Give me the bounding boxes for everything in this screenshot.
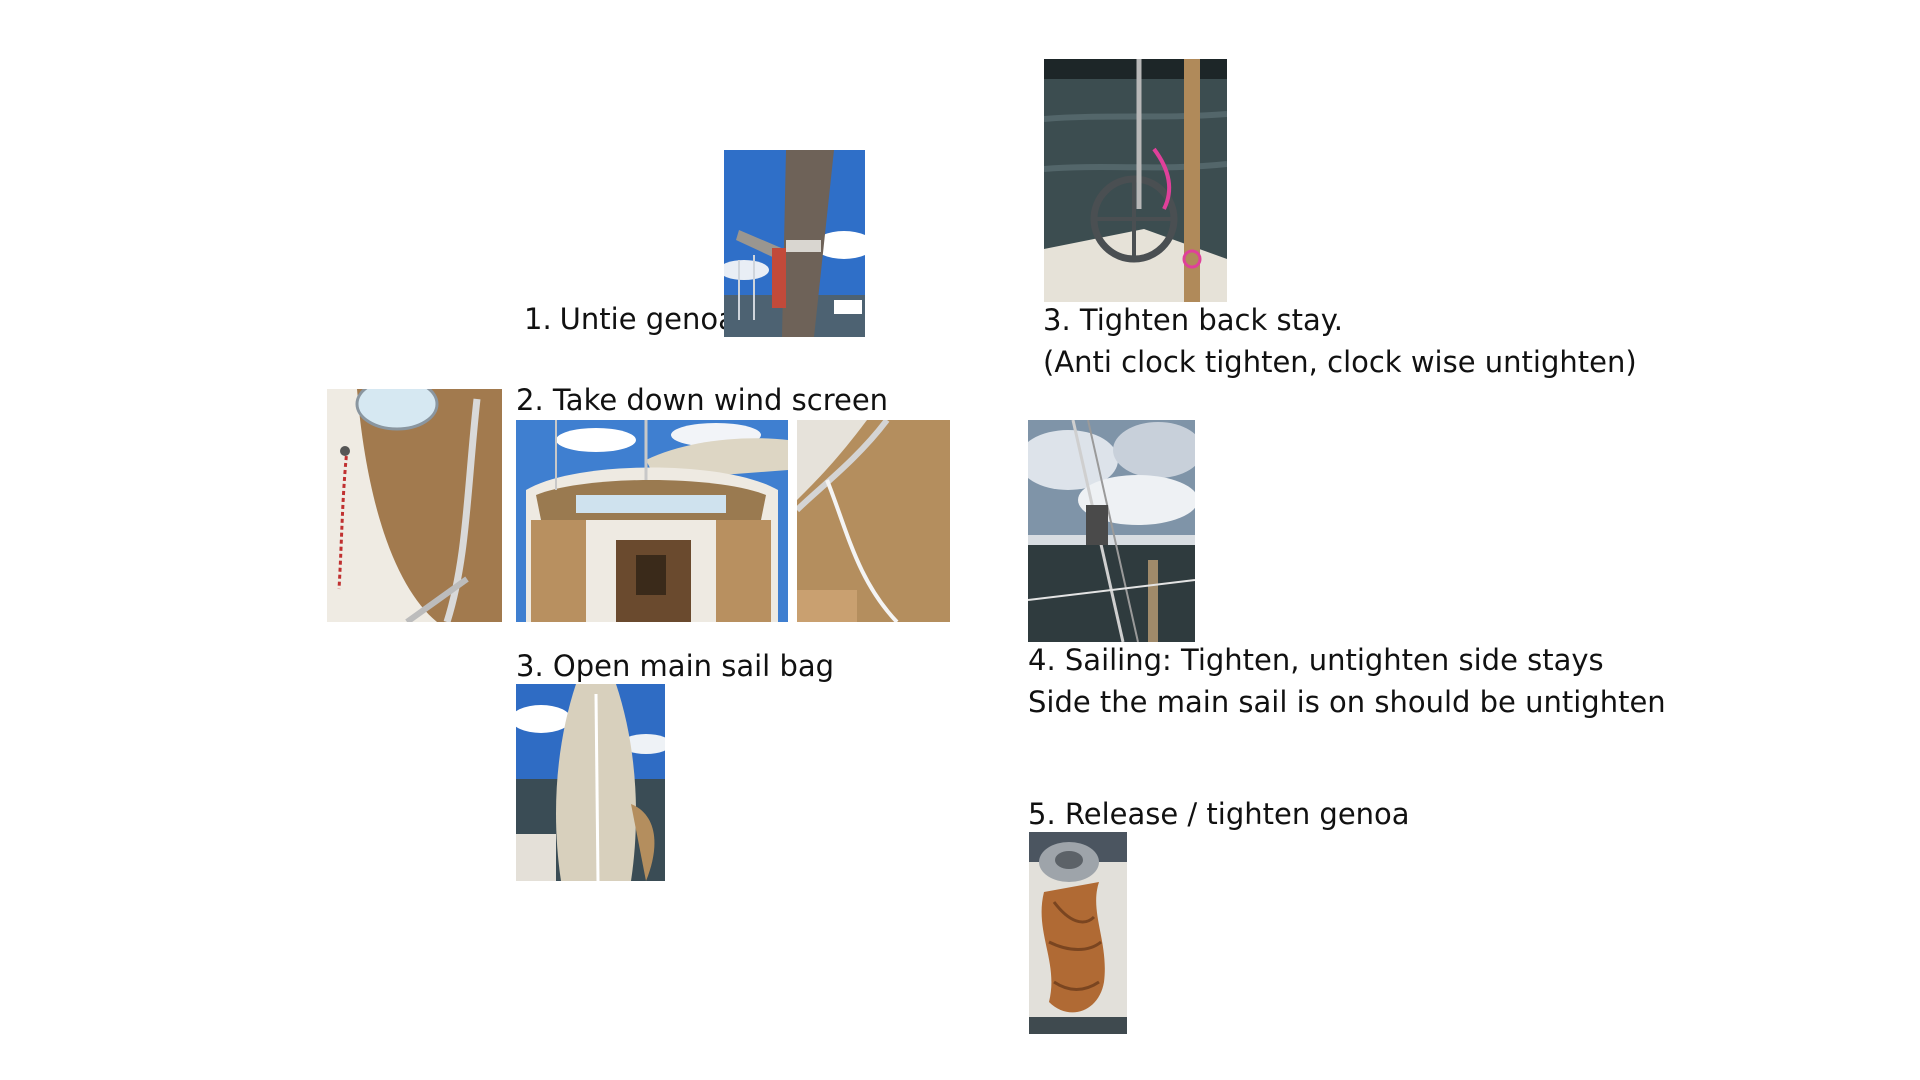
step-1-caption: 1. Untie genoa	[524, 299, 736, 340]
photo-genoa-tie	[724, 150, 865, 337]
step-3-back-stay-line1: 3. Tighten back stay.	[1043, 303, 1343, 337]
step-2-caption: 2. Take down wind screen	[516, 383, 889, 417]
step-1-number: 1.	[524, 302, 552, 336]
photo-wind-screen-left	[327, 389, 502, 622]
photo-back-stay-wheel	[1044, 59, 1227, 302]
step-3-back-stay-line2: (Anti clock tighten, clock wise untighte…	[1043, 345, 1637, 379]
photo-wind-screen-center	[516, 420, 788, 622]
photo-main-sail-bag	[516, 684, 665, 881]
step-4-line2: Side the main sail is on should be untig…	[1028, 685, 1666, 719]
step-4-line1: 4. Sailing: Tighten, untighten side stay…	[1028, 643, 1604, 677]
step-5-caption: 5. Release / tighten genoa	[1028, 797, 1410, 831]
photo-genoa-winch	[1029, 832, 1127, 1034]
photo-side-stays	[1028, 420, 1195, 642]
slide-canvas: 1.Untie genoa 2. Take down wind screen	[0, 0, 1920, 1080]
photo-wind-screen-right	[797, 420, 950, 622]
step-1-text: Untie genoa	[559, 302, 736, 336]
step-3-main-sail-caption: 3. Open main sail bag	[516, 649, 835, 683]
